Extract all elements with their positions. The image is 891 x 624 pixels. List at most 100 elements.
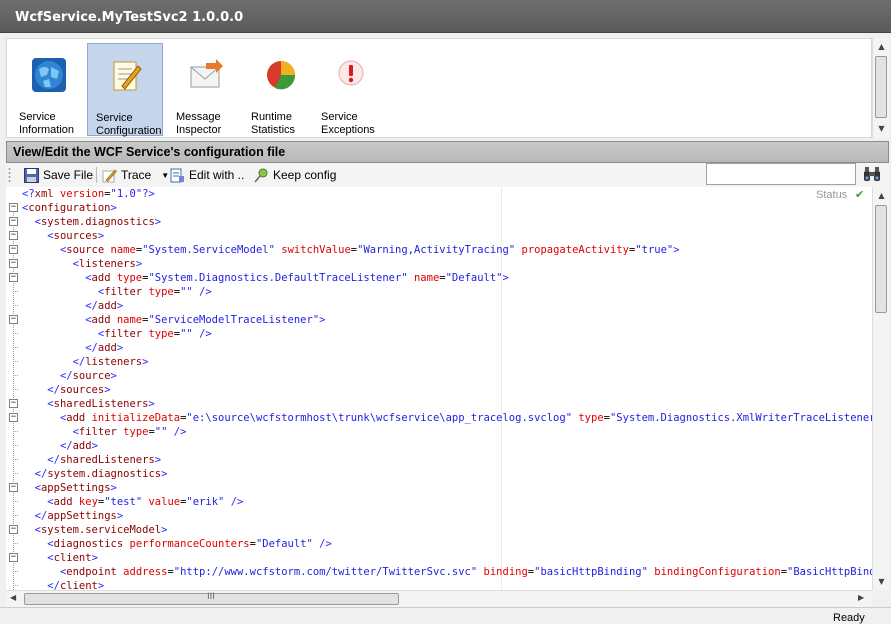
status-bar: Ready (0, 607, 891, 624)
toolbar: Save File Trace ▼ Edit with .. Keep conf… (6, 163, 889, 187)
code-line[interactable]: <appSettings> (22, 481, 872, 495)
code-line[interactable]: <filter type="" /> (22, 285, 872, 299)
collapse-icon[interactable]: − (9, 525, 18, 534)
code-line[interactable]: </client> (22, 579, 872, 590)
collapse-icon[interactable]: − (9, 399, 18, 408)
scroll-left-arrow-icon[interactable]: ◀ (10, 593, 16, 602)
collapse-icon[interactable]: − (9, 273, 18, 282)
scroll-up-arrow-icon[interactable]: ▲ (873, 191, 890, 200)
code-line[interactable]: <system.diagnostics> (22, 215, 872, 229)
code-line[interactable]: <add type="System.Diagnostics.DefaultTra… (22, 271, 872, 285)
code-line[interactable]: <listeners> (22, 257, 872, 271)
code-line[interactable]: <endpoint address="http://www.wcfstorm.c… (22, 565, 872, 579)
code-line[interactable]: </appSettings> (22, 509, 872, 523)
runtime-statistics-button[interactable]: Runtime Statistics (243, 43, 319, 136)
fold-tick (13, 333, 18, 334)
save-file-button[interactable]: Save File (24, 166, 93, 184)
collapse-icon[interactable]: − (9, 553, 18, 562)
code-line[interactable]: <filter type="" /> (22, 425, 872, 439)
binoculars-icon[interactable] (863, 166, 881, 182)
collapse-icon[interactable]: − (9, 231, 18, 240)
status-label: Status (816, 189, 848, 201)
editor-horizontal-scrollbar[interactable]: ◀ III ▶ (6, 590, 872, 607)
code-line[interactable]: </add> (22, 341, 872, 355)
fold-tick (13, 291, 18, 292)
floppy-disk-icon (24, 167, 39, 183)
window-title: WcfService.MyTestSvc2 1.0.0.0 (15, 10, 244, 25)
trace-pencil-icon (102, 169, 117, 182)
edit-with-button[interactable]: Edit with .. (170, 166, 244, 184)
ribbon-scrollbar[interactable]: ▲ ▼ (872, 38, 889, 138)
scroll-right-arrow-icon[interactable]: ▶ (858, 593, 864, 602)
status-text: Ready (833, 612, 865, 624)
service-configuration-button[interactable]: Service Configuration (87, 43, 163, 137)
keep-config-button[interactable]: Keep config (254, 166, 336, 184)
fold-gutter: − − − − − − − − − − − − (6, 187, 20, 590)
code-line[interactable]: </add> (22, 299, 872, 313)
notepad-pencil-icon (113, 61, 142, 91)
code-line[interactable]: <add initializeData="e:\source\wcfstormh… (22, 411, 872, 425)
xml-editor[interactable]: − − − − − − − − − − − − <?xml version="1… (6, 187, 872, 590)
save-file-label: Save File (43, 168, 94, 182)
search-input[interactable] (706, 163, 856, 185)
code-line[interactable]: <source name="System.ServiceModel" switc… (22, 243, 872, 257)
scroll-up-arrow-icon[interactable]: ▲ (873, 42, 890, 51)
collapse-icon[interactable]: − (9, 315, 18, 324)
code-line[interactable]: <add key="test" value="erik" /> (22, 495, 872, 509)
collapse-icon[interactable]: − (9, 413, 18, 422)
collapse-icon[interactable]: − (9, 203, 18, 212)
ribbon-button-label: Service Configuration (96, 112, 162, 137)
code-line[interactable]: </system.diagnostics> (22, 467, 872, 481)
code-line[interactable]: </add> (22, 439, 872, 453)
code-line[interactable]: <?xml version="1.0"?> (22, 187, 872, 201)
ribbon-button-label: Service Exceptions (321, 111, 375, 136)
dropdown-arrow-icon[interactable]: ▼ (161, 171, 169, 180)
fold-tick (13, 543, 18, 544)
scroll-down-arrow-icon[interactable]: ▼ (873, 124, 890, 133)
scroll-down-arrow-icon[interactable]: ▼ (873, 577, 890, 586)
fold-tick (13, 305, 18, 306)
code-line[interactable]: <sources> (22, 229, 872, 243)
scroll-thumb[interactable] (875, 205, 887, 313)
fold-tick (13, 571, 18, 572)
grip-icon (8, 168, 11, 182)
trace-button[interactable]: Trace ▼ (102, 166, 169, 184)
collapse-icon[interactable]: − (9, 483, 18, 492)
code-line[interactable]: <filter type="" /> (22, 327, 872, 341)
code-line[interactable]: <client> (22, 551, 872, 565)
collapse-icon[interactable]: − (9, 217, 18, 226)
code-line[interactable]: <sharedListeners> (22, 397, 872, 411)
fold-tick (13, 501, 18, 502)
fold-tick (13, 515, 18, 516)
ribbon-button-label: Message Inspector (176, 111, 222, 136)
editor-vertical-scrollbar[interactable]: ▲ ▼ (872, 187, 889, 590)
fold-tick (13, 347, 18, 348)
section-header: View/Edit the WCF Service's configuratio… (6, 141, 889, 163)
code-line[interactable]: </sharedListeners> (22, 453, 872, 467)
service-exceptions-button[interactable]: Service Exceptions (313, 43, 389, 136)
scroll-thumb[interactable]: III (24, 592, 399, 605)
fold-tick (13, 445, 18, 446)
edit-with-label: Edit with .. (189, 168, 245, 182)
code-line[interactable]: </sources> (22, 383, 872, 397)
fold-tick (13, 389, 18, 390)
exclamation-icon (338, 60, 364, 86)
pin-icon (254, 168, 268, 182)
code-line[interactable]: </listeners> (22, 355, 872, 369)
code-line[interactable]: </source> (22, 369, 872, 383)
code-area[interactable]: <?xml version="1.0"?> <configuration> <sy… (22, 187, 872, 590)
section-title: View/Edit the WCF Service's configuratio… (13, 145, 286, 159)
code-line[interactable]: <add name="ServiceModelTraceListener"> (22, 313, 872, 327)
code-line[interactable]: <configuration> (22, 201, 872, 215)
globe-icon (32, 58, 66, 92)
code-line[interactable]: <system.serviceModel> (22, 523, 872, 537)
message-inspector-button[interactable]: Message Inspector (168, 43, 244, 136)
scrollbar-corner (872, 590, 889, 607)
service-information-button[interactable]: Service Information (11, 43, 87, 136)
collapse-icon[interactable]: − (9, 259, 18, 268)
code-line[interactable]: <diagnostics performanceCounters="Defaul… (22, 537, 872, 551)
scroll-thumb[interactable] (875, 56, 887, 118)
fold-tick (13, 375, 18, 376)
collapse-icon[interactable]: − (9, 245, 18, 254)
keep-config-label: Keep config (273, 168, 337, 182)
